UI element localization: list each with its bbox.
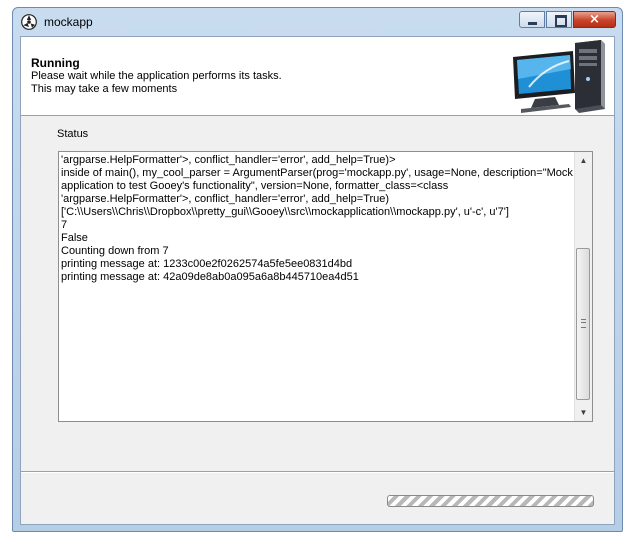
log-line: Counting down from 7 [61, 245, 169, 257]
log-line: inside of main(), my_cool_parser = Argum… [61, 167, 573, 179]
client-area: Running Please wait while the applicatio… [20, 36, 615, 525]
computer-icon [513, 40, 605, 113]
header-panel: Running Please wait while the applicatio… [21, 37, 614, 116]
vertical-scrollbar[interactable]: ▲ ▼ [574, 152, 592, 421]
status-log[interactable]: 'argparse.HelpFormatter'>, conflict_hand… [58, 151, 593, 422]
header-subtitle-1: Please wait while the application perfor… [31, 70, 282, 82]
app-window: mockapp × Running Please wait while the … [12, 7, 623, 532]
log-line: 7 [61, 219, 68, 231]
divider [21, 471, 614, 473]
log-line: 'argparse.HelpFormatter'>, conflict_hand… [61, 154, 396, 166]
minimize-icon [528, 22, 537, 25]
scroll-thumb[interactable] [576, 248, 590, 400]
app-icon [21, 14, 37, 30]
maximize-icon [555, 15, 567, 27]
minimize-button[interactable] [519, 11, 545, 28]
log-line: ['C:\\Users\\Chris\\Dropbox\\pretty_gui\… [61, 206, 509, 218]
scroll-down-icon[interactable]: ▼ [575, 404, 592, 421]
page-title: Running [31, 56, 80, 70]
progress-bar [387, 495, 594, 507]
title-bar[interactable]: mockapp × [13, 8, 622, 35]
scroll-up-icon[interactable]: ▲ [575, 152, 592, 169]
close-icon: × [589, 12, 600, 27]
log-line: printing message at: 1233c00e2f0262574a5… [61, 258, 353, 270]
header-subtitle-2: This may take a few moments [31, 83, 178, 95]
log-line: printing message at: 42a09de8ab0a095a6a8… [61, 271, 359, 283]
log-line: False [61, 232, 88, 244]
status-label: Status [57, 128, 89, 140]
grip-icon [581, 319, 586, 328]
log-line: 'argparse.HelpFormatter'>, conflict_hand… [61, 193, 390, 205]
log-text: 'argparse.HelpFormatter'>, conflict_hand… [61, 154, 573, 284]
close-button[interactable]: × [573, 11, 616, 28]
log-line: application to test Gooey's functionalit… [61, 180, 449, 192]
maximize-button[interactable] [546, 11, 572, 28]
window-title: mockapp [44, 15, 93, 29]
